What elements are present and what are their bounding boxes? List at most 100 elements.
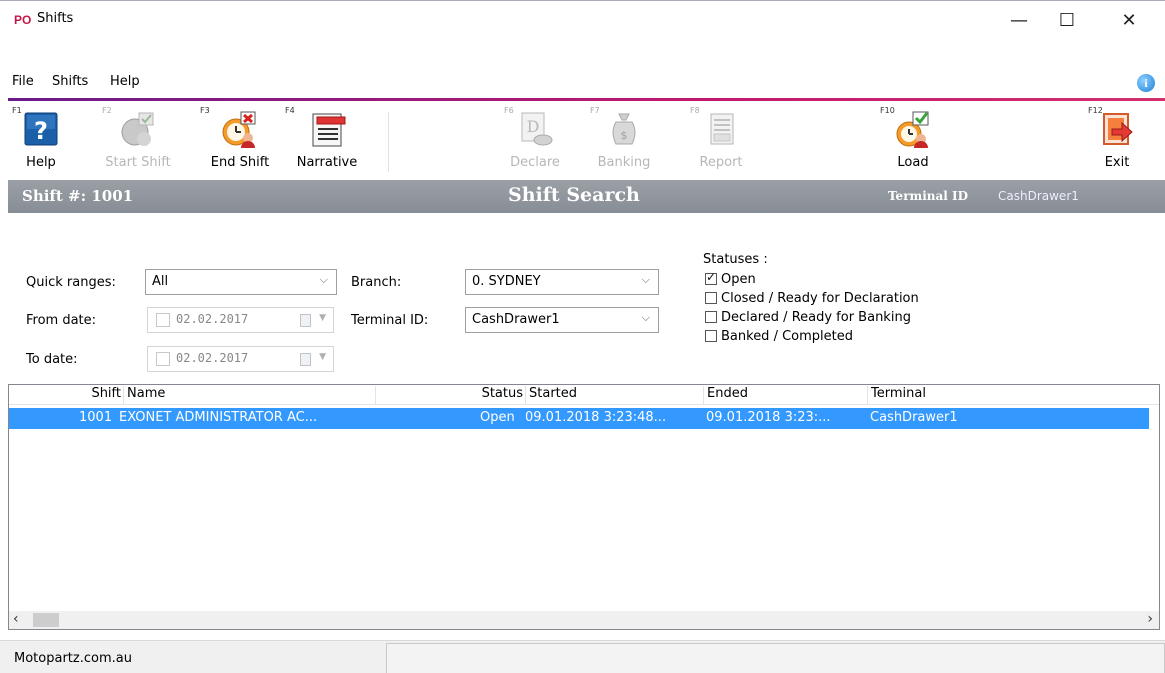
filter-panel: Quick ranges: All ⌵ From date: 02.02.201… [8, 248, 1165, 380]
status-declared-option[interactable]: Declared / Ready for Banking [705, 310, 911, 325]
start-shift-label: Start Shift [105, 155, 171, 170]
table-row[interactable]: 1001 EXONET ADMINISTRATOR AC... Open 09.… [9, 408, 1149, 429]
to-date-checkbox[interactable] [156, 352, 170, 366]
terminal-id-value: CashDrawer1 [472, 312, 560, 327]
window-title: Shifts [37, 11, 74, 26]
quick-ranges-label: Quick ranges: [26, 275, 116, 290]
menu-help[interactable]: Help [110, 74, 140, 89]
exit-icon [1103, 113, 1133, 145]
banking-label: Banking [597, 155, 651, 170]
column-header-started[interactable]: Started [526, 386, 704, 405]
quick-ranges-value: All [152, 274, 169, 289]
banking-button[interactable]: F7 $ Banking [590, 104, 658, 178]
close-button[interactable]: ✕ [1105, 1, 1153, 39]
svg-text:?: ? [34, 117, 48, 145]
status-open-checkbox[interactable] [705, 270, 717, 285]
terminal-id-label: Terminal ID [888, 189, 969, 203]
menu-shifts[interactable]: Shifts [52, 74, 88, 89]
status-panel [386, 643, 1165, 673]
status-bar: Motopartz.com.au [0, 640, 1165, 673]
fkey-label: F10 [880, 106, 895, 115]
status-banked-checkbox[interactable] [705, 330, 717, 342]
status-closed-option[interactable]: Closed / Ready for Declaration [705, 291, 919, 306]
report-label: Report [699, 155, 743, 170]
status-open-option[interactable]: Open [705, 270, 756, 287]
load-icon [896, 111, 929, 148]
start-shift-icon [121, 112, 154, 146]
narrative-button[interactable]: F4 Narrative [285, 104, 369, 178]
branch-label: Branch: [351, 275, 402, 290]
calendar-icon[interactable] [300, 314, 311, 327]
scroll-right-icon[interactable]: › [1147, 611, 1153, 627]
app-logo: PO [14, 13, 32, 27]
help-button[interactable]: F1 ? Help [12, 104, 70, 178]
terminal-id-select[interactable]: CashDrawer1 ⌵ [465, 307, 659, 333]
terminal-id-value: CashDrawer1 [998, 189, 1079, 203]
report-icon [710, 113, 734, 145]
to-date-field[interactable]: 02.02.2017 ▼ [147, 346, 334, 372]
chevron-down-icon: ⌵ [641, 311, 650, 324]
column-header-name[interactable]: Name [124, 386, 376, 405]
declare-label: Declare [510, 155, 560, 170]
fkey-label: F1 [12, 106, 22, 115]
status-closed-label: Closed / Ready for Declaration [721, 291, 919, 306]
column-header-terminal[interactable]: Terminal [868, 386, 1048, 405]
statuses-label: Statuses : [703, 252, 768, 267]
status-banked-label: Banked / Completed [721, 329, 853, 344]
cell-shift: 1001 [79, 410, 113, 425]
header-band: Shift #: 1001 Shift Search Terminal ID C… [8, 180, 1165, 213]
quick-ranges-select[interactable]: All ⌵ [145, 269, 337, 295]
cell-ended: 09.01.2018 3:23:... [706, 410, 831, 425]
load-button[interactable]: F10 Load [880, 104, 946, 178]
column-header-shift[interactable]: Shift [9, 386, 124, 405]
svg-text:$: $ [621, 129, 628, 142]
chevron-down-icon: ⌵ [319, 273, 328, 286]
scroll-left-icon[interactable]: ‹ [13, 611, 19, 627]
scroll-thumb[interactable] [33, 613, 59, 627]
status-closed-checkbox[interactable] [705, 292, 717, 304]
exit-label: Exit [1104, 155, 1130, 170]
column-header-ended[interactable]: Ended [704, 386, 868, 405]
exit-button[interactable]: F12 Exit [1088, 104, 1146, 178]
cell-started: 09.01.2018 3:23:48... [525, 410, 667, 425]
cell-name: EXONET ADMINISTRATOR AC... [119, 410, 318, 425]
fkey-label: F2 [102, 106, 112, 115]
chevron-down-icon: ⌵ [641, 273, 650, 286]
svg-text:D: D [527, 117, 540, 136]
horizontal-scrollbar[interactable]: ‹ › [9, 611, 1159, 629]
calendar-icon[interactable] [300, 353, 311, 366]
start-shift-button[interactable]: F2 Start Shift [102, 104, 174, 178]
maximize-button[interactable]: ☐ [1043, 1, 1091, 39]
grid-header: Shift Name Status Started Ended Terminal [9, 385, 1159, 405]
report-button[interactable]: F8 Report [690, 104, 752, 178]
status-declared-label: Declared / Ready for Banking [721, 310, 911, 325]
menu-bar: File Shifts Help i [0, 64, 1165, 101]
help-icon: ? [24, 112, 58, 146]
from-date-checkbox[interactable] [156, 313, 170, 327]
branch-value: 0. SYDNEY [472, 274, 541, 289]
end-shift-label: End Shift [210, 155, 270, 170]
branch-select[interactable]: 0. SYDNEY ⌵ [465, 269, 659, 295]
status-text: Motopartz.com.au [14, 651, 132, 666]
narrative-label: Narrative [296, 155, 358, 170]
title-bar: PO Shifts — ☐ ✕ [0, 0, 1165, 38]
info-icon[interactable]: i [1137, 74, 1155, 92]
shift-grid[interactable]: Shift Name Status Started Ended Terminal… [8, 384, 1160, 630]
terminal-id-label: Terminal ID: [351, 313, 429, 328]
end-shift-button[interactable]: F3 End Shift [200, 104, 280, 178]
fkey-label: F6 [504, 106, 514, 115]
column-header-status[interactable]: Status [376, 386, 526, 405]
menu-file[interactable]: File [12, 74, 34, 89]
from-date-field[interactable]: 02.02.2017 ▼ [147, 307, 334, 333]
status-declared-checkbox[interactable] [705, 311, 717, 323]
fkey-label: F7 [590, 106, 600, 115]
status-banked-option[interactable]: Banked / Completed [705, 329, 853, 344]
cell-terminal: CashDrawer1 [870, 410, 958, 425]
minimize-button[interactable]: — [995, 1, 1043, 39]
fkey-label: F8 [690, 106, 700, 115]
end-shift-icon [222, 111, 256, 148]
load-label: Load [897, 155, 929, 170]
status-open-label: Open [721, 272, 756, 287]
declare-button[interactable]: F6 D Declare [504, 104, 566, 178]
toolbar-separator [388, 112, 389, 172]
